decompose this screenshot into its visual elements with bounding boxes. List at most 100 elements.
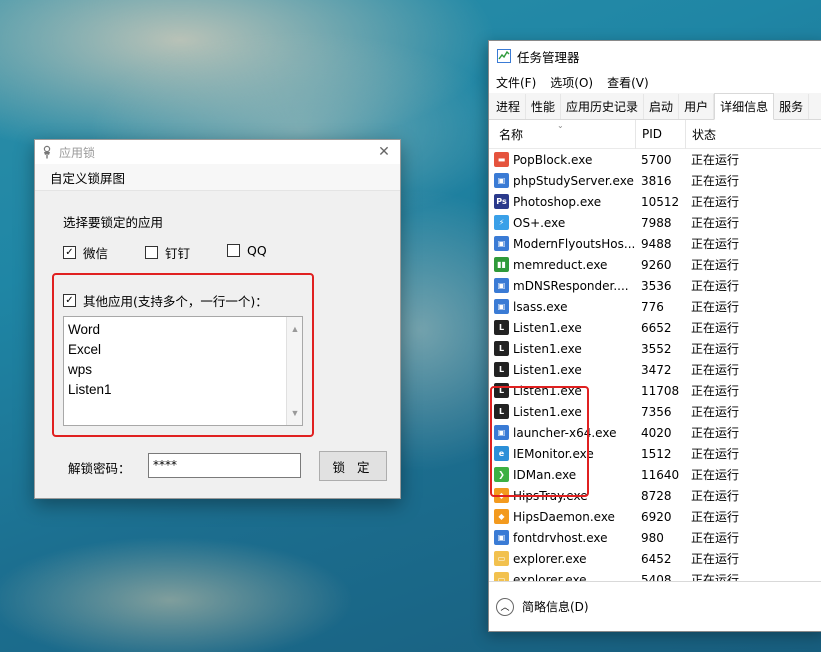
lock-window-title: 应用锁: [59, 145, 96, 160]
menu-custom-lock-screen[interactable]: 自定义锁屏图: [50, 168, 125, 187]
task-manager-icon: [497, 49, 511, 63]
menu-file[interactable]: 文件(F): [496, 74, 536, 91]
table-row[interactable]: ▬ PopBlock.exe 5700 正在运行: [489, 149, 821, 170]
tm-footer: ︿ 简略信息(D): [489, 581, 821, 631]
process-status: 正在运行: [691, 468, 740, 482]
checkbox-box[interactable]: ✓: [63, 246, 76, 259]
checkbox-other-apps[interactable]: ✓ 其他应用(支持多个，一行一个)：: [63, 291, 268, 310]
column-header-status[interactable]: 状态: [685, 119, 716, 149]
table-row[interactable]: L Listen1.exe 3472 正在运行: [489, 359, 821, 380]
table-row[interactable]: ❯ IDMan.exe 11640 正在运行: [489, 464, 821, 485]
table-row[interactable]: ▣ phpStudyServer.exe 3816 正在运行: [489, 170, 821, 191]
table-row[interactable]: ◆ HipsDaemon.exe 6920 正在运行: [489, 506, 821, 527]
checkbox-box[interactable]: [227, 244, 240, 257]
table-row[interactable]: L Listen1.exe 6652 正在运行: [489, 317, 821, 338]
process-name-cell: ▣ ModernFlyoutsHos...: [489, 236, 635, 251]
process-name: mDNSResponder....: [513, 278, 629, 293]
process-name: Listen1.exe: [513, 341, 582, 356]
checkbox-box[interactable]: [145, 246, 158, 259]
table-row[interactable]: L Listen1.exe 3552 正在运行: [489, 338, 821, 359]
listen1-icon: L: [494, 383, 509, 398]
table-row[interactable]: ▣ lsass.exe 776 正在运行: [489, 296, 821, 317]
process-name-cell: ▣ lsass.exe: [489, 299, 635, 314]
unlock-password-input[interactable]: ****: [148, 453, 301, 478]
window-app-icon: ▣: [494, 530, 509, 545]
textarea-line: Listen1: [68, 382, 112, 397]
huorong-icon: ◆: [494, 488, 509, 503]
checkbox-dingtalk[interactable]: 钉钉: [145, 243, 190, 262]
popblock-icon: ▬: [494, 152, 509, 167]
process-list: ▬ PopBlock.exe 5700 正在运行 ▣ phpStudyServer.exe…: [489, 149, 821, 598]
table-row[interactable]: Ps Photoshop.exe 10512 正在运行: [489, 191, 821, 212]
table-row[interactable]: ◆ HipsTray.exe 8728 正在运行: [489, 485, 821, 506]
checkbox-label: 微信: [83, 246, 109, 261]
scroll-down-icon[interactable]: ▼: [287, 403, 303, 423]
process-status: 正在运行: [691, 447, 740, 461]
process-name-cell: e IEMonitor.exe: [489, 446, 635, 461]
table-row[interactable]: ▣ mDNSResponder.... 3536 正在运行: [489, 275, 821, 296]
table-row[interactable]: e IEMonitor.exe 1512 正在运行: [489, 443, 821, 464]
process-name: Listen1.exe: [513, 383, 582, 398]
process-name: OS+.exe: [513, 215, 566, 230]
process-pid: 9488: [641, 236, 672, 251]
process-pid: 5700: [641, 152, 672, 167]
process-pid: 3536: [641, 278, 672, 293]
process-name: Listen1.exe: [513, 320, 582, 335]
tab-details[interactable]: 详细信息: [714, 93, 775, 120]
fewer-details-link[interactable]: 简略信息(D): [522, 598, 589, 615]
table-row[interactable]: ▣ ModernFlyoutsHos... 9488 正在运行: [489, 233, 821, 254]
lock-app-icon: [41, 145, 53, 159]
menu-options[interactable]: 选项(O): [550, 74, 593, 91]
lock-menubar: 自定义锁屏图: [35, 164, 400, 191]
process-status: 正在运行: [691, 363, 740, 377]
column-header-pid[interactable]: PID: [635, 119, 685, 149]
lock-body: 选择要锁定的应用 ✓ 微信 钉钉 QQ ✓ 其他应用(支持多个，一行一个)： W…: [35, 191, 400, 498]
menu-view[interactable]: 查看(V): [607, 74, 649, 91]
memory-icon: ▮▮: [494, 257, 509, 272]
tab-services[interactable]: 服务: [774, 94, 810, 119]
listen1-icon: L: [494, 404, 509, 419]
textarea-scrollbar[interactable]: ▲ ▼: [286, 317, 302, 425]
ie-icon: e: [494, 446, 509, 461]
process-name-cell: L Listen1.exe: [489, 362, 635, 377]
process-name: explorer.exe: [513, 551, 587, 566]
tab-processes[interactable]: 进程: [491, 94, 527, 119]
process-pid: 6652: [641, 320, 672, 335]
table-row[interactable]: ⚡ OS+.exe 7988 正在运行: [489, 212, 821, 233]
tab-app-history[interactable]: 应用历史记录: [561, 94, 645, 119]
table-row[interactable]: L Listen1.exe 11708 正在运行: [489, 380, 821, 401]
table-row[interactable]: L Listen1.exe 7356 正在运行: [489, 401, 821, 422]
process-status: 正在运行: [691, 426, 740, 440]
tab-startup[interactable]: 启动: [644, 94, 680, 119]
process-status: 正在运行: [691, 174, 740, 188]
table-row[interactable]: ▭ explorer.exe 6452 正在运行: [489, 548, 821, 569]
table-row[interactable]: ▮▮ memreduct.exe 9260 正在运行: [489, 254, 821, 275]
tab-performance[interactable]: 性能: [526, 94, 562, 119]
process-name-cell: ▮▮ memreduct.exe: [489, 257, 635, 272]
table-row[interactable]: ▣ fontdrvhost.exe 980 正在运行: [489, 527, 821, 548]
lightning-icon: ⚡: [494, 215, 509, 230]
process-name-cell: L Listen1.exe: [489, 404, 635, 419]
close-icon[interactable]: ✕: [368, 140, 400, 164]
other-apps-textarea[interactable]: Word Excel wps Listen1 ▲ ▼: [63, 316, 303, 426]
tab-users[interactable]: 用户: [679, 94, 715, 119]
process-name-cell: Ps Photoshop.exe: [489, 194, 635, 209]
textarea-line: Excel: [68, 342, 102, 357]
process-name: IEMonitor.exe: [513, 446, 594, 461]
window-app-icon: ▣: [494, 299, 509, 314]
process-status: 正在运行: [691, 195, 740, 209]
process-name: Photoshop.exe: [513, 194, 602, 209]
lock-button[interactable]: 锁 定: [319, 451, 387, 481]
process-status: 正在运行: [691, 216, 740, 230]
chevron-up-icon[interactable]: ︿: [496, 597, 514, 616]
scroll-up-icon[interactable]: ▲: [287, 319, 303, 339]
process-name-cell: ▣ phpStudyServer.exe: [489, 173, 635, 188]
process-name-cell: L Listen1.exe: [489, 383, 635, 398]
unlock-password-label: 解锁密码：: [68, 461, 131, 476]
checkbox-box[interactable]: ✓: [63, 294, 76, 307]
table-row[interactable]: ▣ launcher-x64.exe 4020 正在运行: [489, 422, 821, 443]
checkbox-wechat[interactable]: ✓ 微信: [63, 243, 108, 262]
process-name: PopBlock.exe: [513, 152, 593, 167]
process-status: 正在运行: [691, 279, 740, 293]
checkbox-qq[interactable]: QQ: [227, 243, 267, 258]
